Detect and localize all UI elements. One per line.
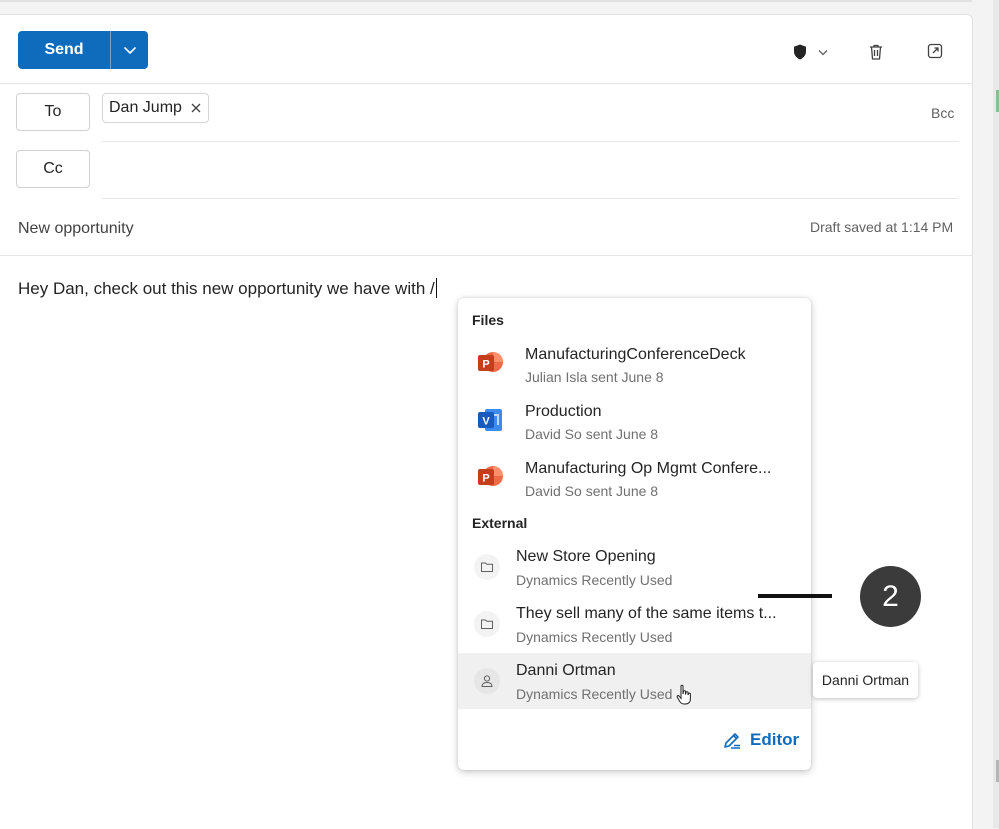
subject-divider bbox=[0, 255, 972, 256]
bcc-link[interactable]: Bcc bbox=[931, 105, 954, 121]
callout-line bbox=[758, 594, 832, 598]
popout-button[interactable] bbox=[927, 43, 943, 59]
sensitivity-button[interactable] bbox=[791, 43, 829, 61]
file-title: ManufacturingConferenceDeck bbox=[525, 346, 746, 363]
shield-icon bbox=[794, 44, 806, 60]
text-caret bbox=[435, 278, 437, 298]
person-icon bbox=[474, 668, 500, 694]
file-subtitle: David So sent June 8 bbox=[525, 483, 659, 499]
tooltip: Danni Ortman bbox=[813, 662, 918, 698]
files-heading: Files bbox=[472, 312, 504, 328]
editor-label: Editor bbox=[750, 730, 800, 749]
external-subtitle: Dynamics Recently Used bbox=[516, 572, 673, 588]
external-title: They sell many of the same items t... bbox=[516, 605, 777, 622]
external-title: Danni Ortman bbox=[516, 662, 616, 679]
visio-icon: V bbox=[478, 409, 502, 431]
draft-status: Draft saved at 1:14 PM bbox=[810, 219, 954, 235]
top-border bbox=[0, 0, 972, 2]
hand-cursor-icon bbox=[676, 684, 691, 705]
subject-input[interactable]: New opportunity bbox=[18, 220, 134, 238]
trash-icon bbox=[870, 44, 882, 60]
popout-icon bbox=[927, 43, 943, 59]
recipient-name: Dan Jump bbox=[109, 99, 182, 116]
file-suggestion[interactable]: P ManufacturingConferenceDeck Julian Isl… bbox=[458, 335, 811, 391]
chevron-down-icon bbox=[818, 50, 828, 56]
powerpoint-icon: P bbox=[478, 352, 503, 372]
external-suggestion[interactable]: They sell many of the same items t... Dy… bbox=[458, 596, 811, 652]
editor-pen-icon bbox=[724, 733, 740, 749]
background-app-edge bbox=[993, 0, 999, 828]
toolbar-divider bbox=[0, 83, 972, 84]
send-options-button[interactable] bbox=[110, 31, 148, 69]
folder-icon bbox=[474, 554, 500, 580]
external-heading: External bbox=[472, 515, 528, 531]
close-icon[interactable] bbox=[190, 102, 202, 114]
message-body[interactable]: Hey Dan, check out this new opportunity … bbox=[18, 278, 437, 299]
recipient-chip[interactable]: Dan Jump bbox=[102, 93, 209, 123]
svg-text:P: P bbox=[482, 359, 489, 371]
file-subtitle: Julian Isla sent June 8 bbox=[525, 369, 664, 385]
discard-button[interactable] bbox=[867, 43, 885, 61]
editor-button[interactable]: Editor bbox=[722, 730, 799, 750]
callout-number-badge: 2 bbox=[860, 566, 921, 627]
external-suggestion[interactable]: New Store Opening Dynamics Recently Used bbox=[458, 539, 811, 595]
external-suggestion[interactable]: Danni Ortman Dynamics Recently Used bbox=[458, 653, 811, 709]
to-divider bbox=[102, 141, 959, 142]
external-title: New Store Opening bbox=[516, 548, 656, 565]
file-title: Manufacturing Op Mgmt Confere... bbox=[525, 460, 772, 477]
file-suggestion[interactable]: V Production David So sent June 8 bbox=[458, 392, 811, 448]
send-button[interactable]: Send bbox=[18, 31, 110, 69]
suggestion-popup: Files P ManufacturingConferenceDeck Juli… bbox=[458, 298, 811, 770]
external-subtitle: Dynamics Recently Used bbox=[516, 629, 673, 645]
body-text: Hey Dan, check out this new opportunity … bbox=[18, 279, 435, 298]
file-subtitle: David So sent June 8 bbox=[525, 426, 659, 442]
cc-divider bbox=[102, 198, 959, 199]
cc-button[interactable]: Cc bbox=[16, 150, 90, 188]
svg-text:V: V bbox=[482, 416, 490, 428]
external-subtitle: Dynamics Recently Used bbox=[516, 686, 673, 702]
file-title: Production bbox=[525, 403, 602, 420]
file-suggestion[interactable]: P Manufacturing Op Mgmt Confere... David… bbox=[458, 449, 811, 505]
svg-text:P: P bbox=[482, 473, 489, 485]
send-split-button: Send bbox=[18, 31, 148, 69]
chevron-down-icon bbox=[123, 47, 136, 54]
folder-icon bbox=[474, 611, 500, 637]
to-button[interactable]: To bbox=[16, 93, 90, 131]
powerpoint-icon: P bbox=[478, 466, 503, 486]
